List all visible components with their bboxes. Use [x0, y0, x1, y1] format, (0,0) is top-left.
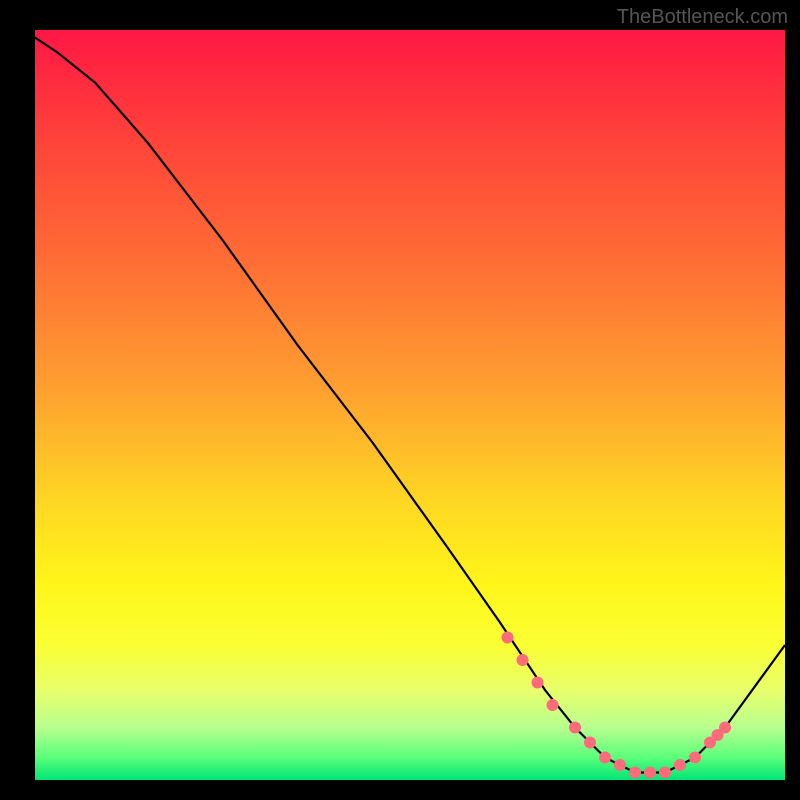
data-point: [517, 654, 529, 666]
plot-area: [35, 30, 785, 780]
data-point: [599, 752, 611, 764]
data-point: [547, 699, 559, 711]
data-point: [644, 767, 656, 779]
data-point: [614, 759, 626, 771]
data-point: [569, 722, 581, 734]
chart-container: TheBottleneck.com: [0, 0, 800, 800]
watermark-text: TheBottleneck.com: [617, 6, 788, 29]
chart-svg: [35, 30, 785, 780]
data-point: [719, 722, 731, 734]
data-point: [689, 752, 701, 764]
data-point: [629, 767, 641, 779]
data-point: [584, 737, 596, 749]
data-point: [502, 632, 514, 644]
data-point: [674, 759, 686, 771]
data-point: [532, 677, 544, 689]
data-point: [659, 767, 671, 779]
